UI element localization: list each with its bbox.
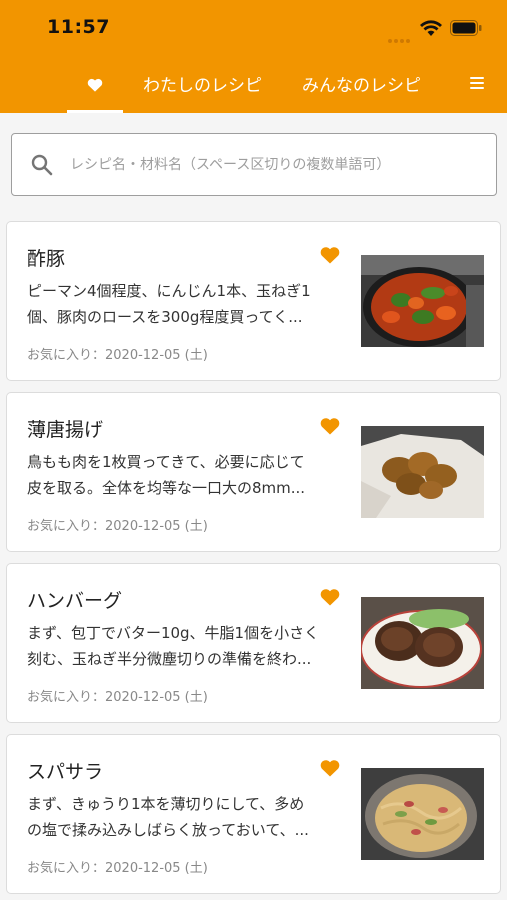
tab-my-recipes[interactable]: わたしのレシピ [143, 71, 262, 96]
app-header: 11:57 わたしのレシピ みんなのレシピ [0, 0, 507, 113]
recipe-thumbnail-spaghetti-salad[interactable] [361, 768, 484, 860]
status-time: 11:57 [47, 16, 110, 38]
recipe-card[interactable]: ハンバーグ まず、包丁でバター10g、牛脂1個を小さく 刻む、玉ねぎ半分微塵切り… [6, 563, 501, 723]
search-input[interactable] [70, 154, 480, 176]
recipe-description: まず、包丁でバター10g、牛脂1個を小さく 刻む、玉ねぎ半分微塵切りの準備を終わ… [27, 624, 320, 668]
battery-icon [450, 20, 482, 36]
hamburger-menu-icon[interactable] [470, 77, 486, 91]
recipe-description: ピーマン4個程度、にんじん1本、玉ねぎ1 個、豚肉のロースを300g程度買ってく… [27, 282, 311, 326]
recipe-description: まず、きゅうり1本を薄切りにして、多め の塩で揉み込みしばらく放っておいて、..… [27, 795, 309, 839]
recipe-card[interactable]: 酢豚 ピーマン4個程度、にんじん1本、玉ねぎ1 個、豚肉のロースを300g程度買… [6, 221, 501, 381]
active-tab-indicator [67, 110, 123, 113]
favorite-heart-icon[interactable] [320, 588, 340, 606]
recipe-title: ハンバーグ [27, 590, 123, 612]
status-bar: 11:57 [0, 0, 507, 56]
favorite-date: お気に入り：2020-12-05 (土) [27, 690, 208, 705]
tab-favorites[interactable] [67, 56, 123, 113]
recipe-thumbnail-fried-chicken[interactable] [361, 426, 484, 518]
recipe-thumbnail-sweet-and-sour-pork[interactable] [361, 255, 484, 347]
recipe-thumbnail-hamburg-steak[interactable] [361, 597, 484, 689]
tab-bar: わたしのレシピ みんなのレシピ [0, 56, 507, 113]
recipe-card[interactable]: 薄唐揚げ 鳥もも肉を1枚買ってきて、必要に応じて 皮を取る。全体を均等な一口大の… [6, 392, 501, 552]
favorite-date: お気に入り：2020-12-05 (土) [27, 519, 208, 534]
search-icon [31, 154, 53, 176]
recipe-card[interactable]: スパサラ まず、きゅうり1本を薄切りにして、多め の塩で揉み込みしばらく放ってお… [6, 734, 501, 894]
favorite-date: お気に入り：2020-12-05 (土) [27, 861, 208, 876]
recipe-description: 鳥もも肉を1枚買ってきて、必要に応じて 皮を取る。全体を均等な一口大の8mm..… [27, 453, 306, 497]
recipe-title: 薄唐揚げ [27, 419, 104, 441]
tab-all-recipes[interactable]: みんなのレシピ [302, 71, 421, 96]
heart-icon [87, 78, 103, 92]
wifi-icon [420, 20, 442, 36]
favorite-heart-icon[interactable] [320, 246, 340, 264]
favorite-heart-icon[interactable] [320, 417, 340, 435]
recipe-title: スパサラ [27, 761, 104, 783]
search-box[interactable] [11, 133, 497, 196]
recipe-title: 酢豚 [27, 248, 66, 270]
favorite-date: お気に入り：2020-12-05 (土) [27, 348, 208, 363]
signal-dots-icon [388, 28, 414, 43]
favorite-heart-icon[interactable] [320, 759, 340, 777]
